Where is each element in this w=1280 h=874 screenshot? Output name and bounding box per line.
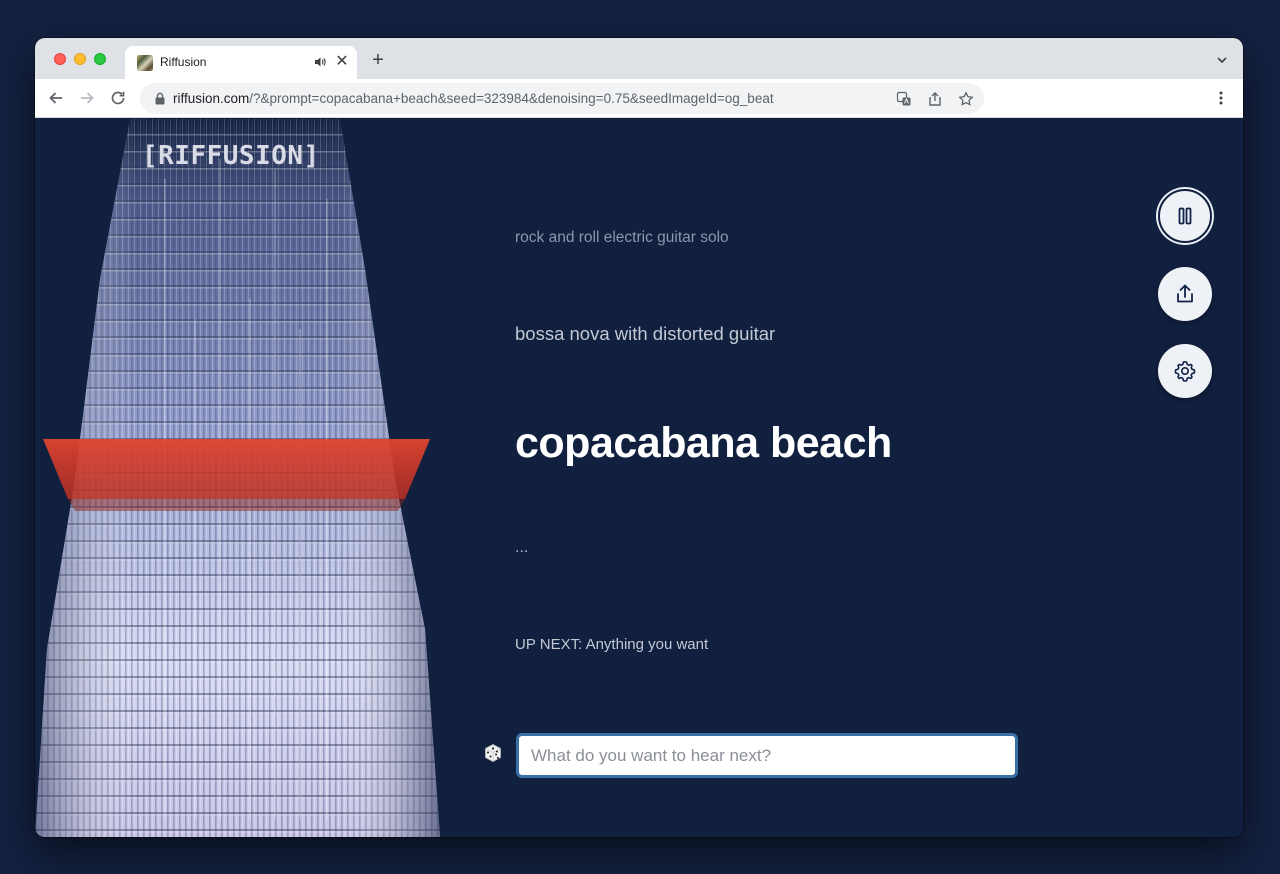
chevron-down-icon[interactable]	[1215, 53, 1229, 67]
previous-prompt: bossa nova with distorted guitar	[515, 323, 776, 344]
share-page-icon[interactable]	[927, 91, 943, 107]
translate-icon[interactable]	[896, 91, 912, 107]
share-icon	[1177, 284, 1193, 303]
close-window-button[interactable]	[54, 53, 66, 65]
maximize-window-button[interactable]	[94, 53, 106, 65]
up-next-label: UP NEXT: Anything you want	[515, 636, 709, 653]
lock-icon[interactable]	[154, 92, 166, 105]
reload-icon[interactable]	[109, 89, 127, 107]
current-prompt: copacabana beach	[515, 419, 892, 467]
favicon-icon	[137, 55, 153, 71]
next-prompt-input[interactable]	[516, 733, 1018, 778]
new-tab-button[interactable]: +	[368, 50, 388, 70]
close-tab-icon[interactable]: ✕	[333, 53, 351, 71]
browser-toolbar: riffusion.com/?&prompt=copacabana+beach&…	[35, 79, 1243, 118]
url-text[interactable]: riffusion.com/?&prompt=copacabana+beach&…	[173, 91, 774, 106]
dice-icon[interactable]	[483, 743, 503, 763]
bookmark-star-icon[interactable]	[958, 91, 974, 107]
share-button[interactable]	[1158, 267, 1212, 321]
gear-icon	[1174, 361, 1196, 382]
more-vert-icon[interactable]	[1213, 90, 1229, 106]
spectrogram-visualization	[35, 119, 440, 837]
minimize-window-button[interactable]	[74, 53, 86, 65]
browser-tab[interactable]: Riffusion ✕	[125, 46, 357, 79]
browser-window: Riffusion ✕ + riffusion.com/?&prompt=cop…	[35, 38, 1243, 837]
speaker-icon[interactable]	[313, 55, 327, 69]
pause-icon	[1178, 207, 1192, 225]
address-bar[interactable]: riffusion.com/?&prompt=copacabana+beach&…	[140, 83, 984, 114]
forward-arrow-icon[interactable]	[78, 89, 96, 107]
tab-title: Riffusion	[160, 55, 207, 69]
previous-prompt: rock and roll electric guitar solo	[515, 229, 729, 246]
tab-strip: Riffusion ✕ +	[35, 38, 1243, 79]
settings-button[interactable]	[1158, 344, 1212, 398]
back-arrow-icon[interactable]	[47, 89, 65, 107]
riffusion-logo: [RIFFUSION]	[142, 141, 320, 171]
pending-prompt: ...	[515, 539, 529, 556]
pause-button[interactable]	[1158, 189, 1212, 243]
riffusion-page: [RIFFUSION] rock and roll electric guita…	[35, 119, 1243, 837]
